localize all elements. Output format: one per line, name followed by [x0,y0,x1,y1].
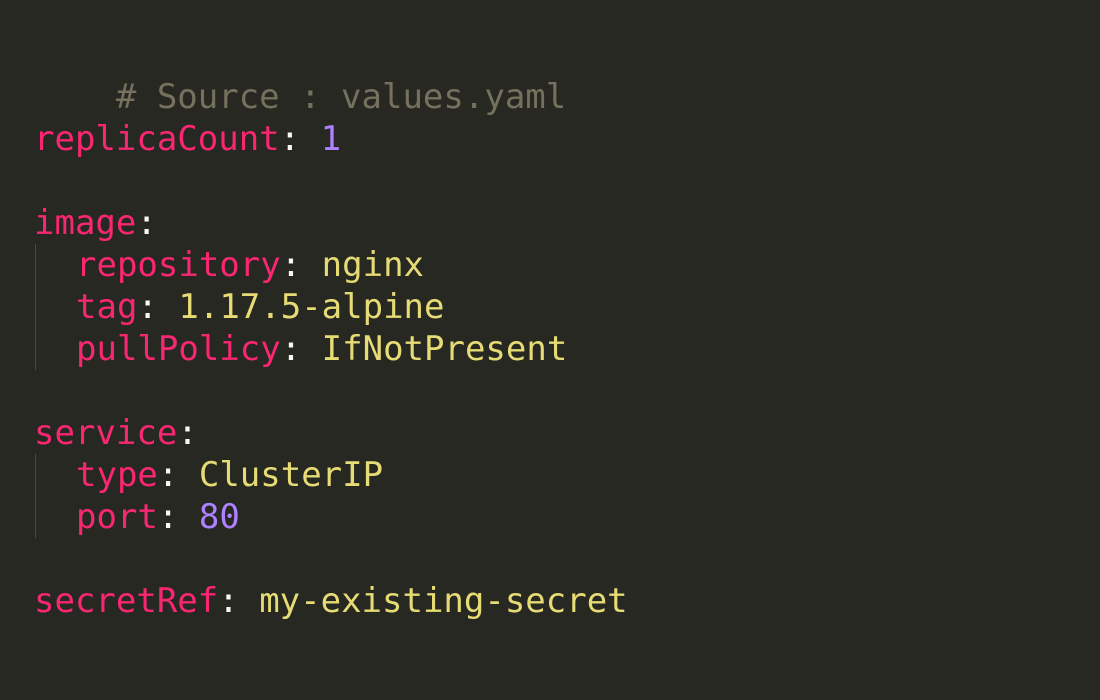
service-type-line: type: ClusterIP [34,454,1100,496]
colon: : [279,119,321,159]
image-key: image [34,203,137,243]
service-port-line: port: 80 [34,496,1100,538]
image-line: image: [34,202,1100,244]
tag-line: tag: 1.17.5-alpine [34,286,1100,328]
service-line: service: [34,412,1100,454]
comment-line: # Source : values.yaml [34,34,1100,117]
service-type-value: ClusterIP [198,455,384,495]
tag-value: 1.17.5-alpine [178,287,445,327]
service-key: service [34,413,178,453]
pull-policy-line: pullPolicy: IfNotPresent [34,328,1100,370]
secret-ref-line: secretRef: my-existing-secret [34,580,1100,622]
repository-value: nginx [321,245,425,285]
colon: : [280,329,322,369]
colon: : [218,581,260,621]
secret-ref-value: my-existing-secret [259,581,628,621]
service-port-key: port [76,497,158,537]
replica-count-value: 1 [320,119,342,159]
service-port-value: 80 [198,497,240,537]
service-type-key: type [76,455,158,495]
replica-count-line: replicaCount: 1 [34,118,1100,160]
repository-key: repository [76,245,281,285]
colon: : [177,413,198,453]
colon: : [137,287,179,327]
secret-ref-key: secretRef [34,581,219,621]
tag-key: tag [76,287,138,327]
repository-line: repository: nginx [34,244,1100,286]
colon: : [157,455,199,495]
code-editor[interactable]: # Source : values.yaml replicaCount: 1 i… [0,0,1100,700]
pull-policy-key: pullPolicy [76,329,281,369]
pull-policy-value: IfNotPresent [321,329,568,369]
colon: : [280,245,322,285]
colon: : [157,497,199,537]
replica-count-key: replicaCount [34,119,280,159]
colon: : [136,203,157,243]
